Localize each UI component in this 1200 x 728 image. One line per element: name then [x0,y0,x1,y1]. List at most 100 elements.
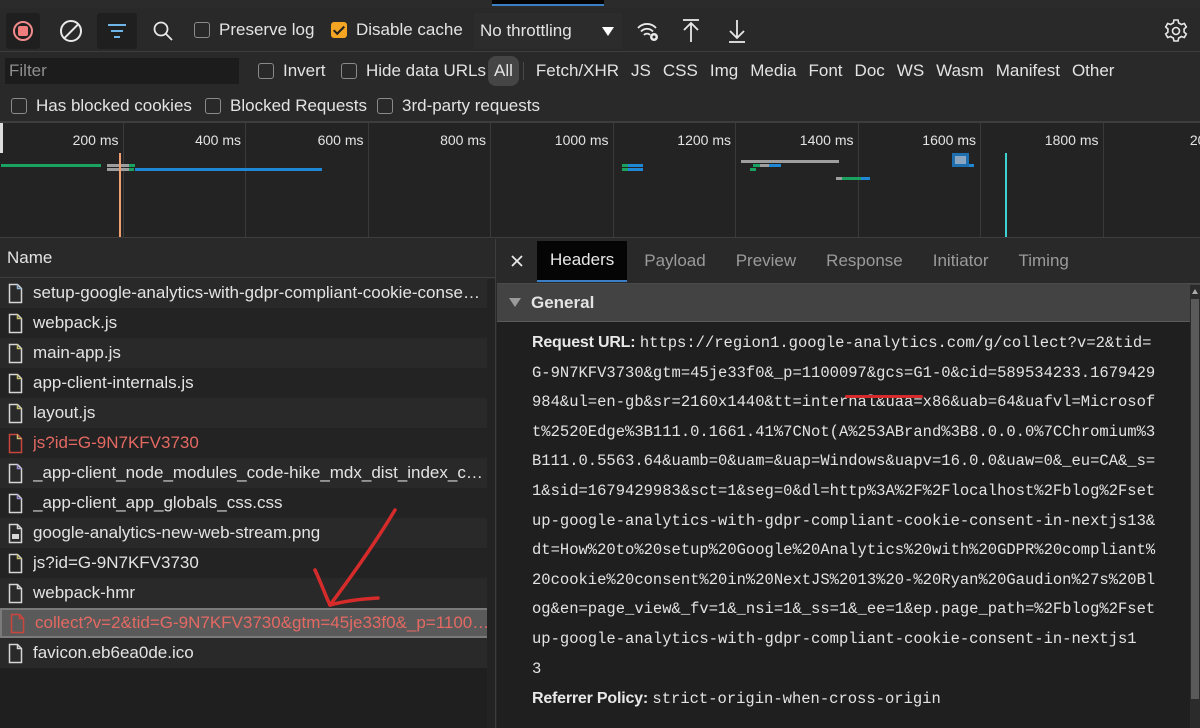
tab-preview[interactable]: Preview [723,241,809,282]
tab-response[interactable]: Response [813,241,916,282]
type-filter-media[interactable]: Media [744,56,802,86]
request-name: js?id=G-9N7KFV3730 [33,433,199,452]
request-name: setup-google-analytics-with-gdpr-complia… [33,283,488,302]
request-name: google-analytics-new-web-stream.png [33,523,321,542]
type-filter-js[interactable]: JS [625,56,657,86]
request-row[interactable]: favicon.eb6ea0de.ico [0,638,495,668]
has-blocked-cookies-checkbox[interactable]: Has blocked cookies [11,96,192,116]
request-row[interactable]: _app-client_node_modules_code-hike_mdx_d… [0,458,495,488]
type-filter-img[interactable]: Img [704,56,744,86]
overview-request-bar [107,168,129,171]
request-row[interactable]: app-client-internals.js [0,368,495,398]
overview-range-handle[interactable] [0,123,3,153]
type-filter-manifest[interactable]: Manifest [990,56,1066,86]
referrer-policy-value: strict-origin-when-cross-origin [652,690,941,709]
type-filter-css[interactable]: CSS [657,56,704,86]
has-blocked-cookies-box[interactable] [11,98,27,114]
request-url-line: B111.0.5563.64&uamb=0&uam=&uap=Windows&u… [532,452,1156,471]
type-filter-fetch-xhr[interactable]: Fetch/XHR [530,56,625,86]
resource-type-filters: All Fetch/XHR JS CSS Img Media Font Doc … [488,56,1120,86]
details-scrollbar-thumb[interactable] [1191,299,1199,699]
network-overview-timeline[interactable]: 200 ms 400 ms 600 ms 800 ms 1000 ms 1200 ms 14… [0,122,1200,238]
overview-request-bar [842,177,861,180]
invert-box[interactable] [258,63,274,79]
file-script-icon [8,433,23,453]
request-list-scrollbar[interactable] [487,279,495,728]
type-filter-all[interactable]: All [488,56,519,86]
search-button[interactable] [148,13,178,49]
request-name: main-app.js [33,343,121,362]
general-section-body: Request URL: https://region1.google-anal… [497,322,1200,728]
preserve-log-checkbox[interactable]: Preserve log [194,20,314,40]
third-party-requests-checkbox[interactable]: 3rd-party requests [377,96,540,116]
request-row[interactable]: main-app.js [0,338,495,368]
preserve-log-box[interactable] [194,22,210,38]
request-url-line: https://region1.google-analytics.com/g/c… [639,334,1152,352]
details-scrollbar[interactable] [1190,285,1200,728]
close-details-button[interactable] [497,239,537,284]
request-row[interactable]: js?id=G-9N7KFV3730 [0,428,495,458]
overview-request-bar [1,164,102,167]
blocked-requests-box[interactable] [205,98,221,114]
type-filter-wasm[interactable]: Wasm [930,56,990,86]
tab-headers[interactable]: Headers [537,240,628,282]
active-panel-tab[interactable] [492,0,604,6]
disable-cache-checkbox[interactable]: Disable cache [331,20,463,40]
overview-grid-line [735,123,736,237]
request-url-line: up-google-analytics-with-gdpr-compliant-… [532,511,1156,530]
export-har-button[interactable] [722,16,752,46]
overview-grid-line [490,123,491,237]
filter-toggle-button[interactable] [97,12,137,49]
request-row[interactable]: webpack-hmr [0,578,495,608]
throttling-select[interactable]: No throttling [474,13,622,49]
clear-button[interactable] [54,13,88,49]
filter-input[interactable] [5,58,239,84]
hide-data-urls-checkbox[interactable]: Hide data URLs [341,61,486,81]
request-url-line: dt=How%20to%20setup%20Google%20Analytics… [532,541,1156,560]
import-har-button[interactable] [676,16,706,46]
type-filter-font[interactable]: Font [803,56,849,86]
tab-payload[interactable]: Payload [631,241,718,282]
request-row[interactable]: js?id=G-9N7KFV3730 [0,548,495,578]
overview-request-bar [741,160,840,163]
file-script-icon [8,343,23,363]
file-stylesheet-icon [8,463,23,483]
network-conditions-button[interactable] [633,16,663,46]
overview-tick-label: 400 ms [195,132,241,148]
overview-grid-line [612,123,614,237]
request-row[interactable]: google-analytics-new-web-stream.png [0,518,495,548]
stop-recording-button[interactable] [6,12,40,49]
file-stylesheet-icon [8,493,23,513]
request-row[interactable]: webpack.js [0,308,495,338]
column-header-name[interactable]: Name [0,239,495,278]
settings-button[interactable] [1161,16,1191,46]
general-section-toggle[interactable]: General [497,284,1200,322]
request-row[interactable]: _app-client_app_globals_css.css [0,488,495,518]
third-party-requests-box[interactable] [377,98,393,114]
invert-checkbox[interactable]: Invert [258,61,326,81]
record-stop-icon [13,20,33,41]
overview-tick-label: 1800 ms [1044,132,1099,148]
type-filter-ws[interactable]: WS [891,56,930,86]
overview-tick-label: 2000 [1189,132,1200,148]
file-script-icon [8,553,23,573]
chevron-down-icon [602,27,614,36]
file-script-icon [8,403,23,423]
request-url-line: og&en=page_view&_fv=1&_nsi=1&_ss=1&_ee=1… [532,600,1156,619]
request-row[interactable]: layout.js [0,398,495,428]
request-row[interactable]: setup-google-analytics-with-gdpr-complia… [0,278,495,308]
hide-data-urls-box[interactable] [341,63,357,79]
tab-initiator[interactable]: Initiator [920,241,1002,282]
type-filter-doc[interactable]: Doc [849,56,891,86]
request-name: js?id=G-9N7KFV3730 [33,553,199,572]
request-row[interactable]: collect?v=2&tid=G-9N7KFV3730&gtm=45je33f… [0,608,495,638]
overview-grid-line [367,123,369,237]
blocked-requests-checkbox[interactable]: Blocked Requests [205,96,367,116]
request-url-line: 3 [532,659,542,678]
request-url-line: G-9N7KFV3730&gtm=45je33f0&_p=1100097&gcs… [532,363,1156,382]
file-doc-icon [8,283,23,303]
gear-icon [1164,19,1188,42]
type-filter-other[interactable]: Other [1066,56,1121,86]
tab-timing[interactable]: Timing [1005,241,1081,282]
disable-cache-box[interactable] [331,22,347,38]
